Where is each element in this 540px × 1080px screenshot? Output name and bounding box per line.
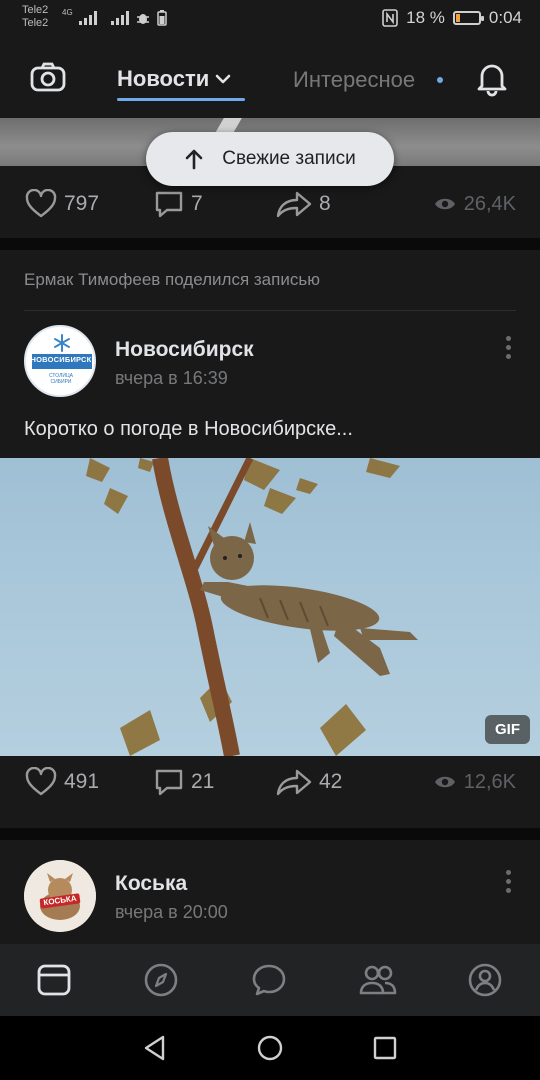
carrier-1: Tele2 [22, 4, 49, 16]
heart-icon [25, 189, 57, 218]
comment-icon [155, 769, 183, 796]
status-icons-left: 4G [62, 7, 167, 26]
like-count: 491 [64, 770, 100, 793]
compass-icon [144, 963, 178, 997]
views-count: 26,4K [463, 192, 516, 215]
comment-count: 7 [191, 192, 203, 215]
news-icon [37, 964, 71, 996]
app-header: Новости Интересное [0, 40, 540, 118]
net-badge: 4G [62, 7, 73, 17]
nav-friends[interactable] [358, 962, 397, 998]
message-icon [252, 964, 286, 996]
news-feed[interactable]: 797 7 8 26,4K Свежие записи Ермак Тимофе… [0, 118, 540, 944]
share-count: 8 [319, 192, 331, 215]
share-count: 42 [319, 770, 343, 793]
clock: 0:04 [488, 8, 522, 27]
status-bar: Tele2 Tele2 4G 18 % 0:04 [0, 0, 540, 40]
camera-icon [30, 62, 66, 92]
recents-icon [373, 1036, 397, 1060]
avatar-title: НОВОСИБИРСК [30, 355, 92, 364]
shared-by-text[interactable]: Ермак Тимофеев поделился записью [24, 270, 320, 290]
back-button[interactable] [141, 1034, 169, 1062]
avatar[interactable]: КОСЬКА [24, 860, 96, 932]
fresh-posts-button[interactable]: Свежие записи [146, 132, 394, 186]
heart-icon [25, 767, 57, 796]
share-button[interactable]: 42 [275, 767, 342, 797]
signal-icon [78, 11, 97, 25]
home-icon [257, 1035, 283, 1061]
status-icons-right: 18 % 0:04 [382, 8, 522, 28]
friends-icon [359, 965, 397, 995]
share-icon [276, 769, 312, 796]
battery-small-icon [156, 10, 167, 26]
nav-messages[interactable] [251, 962, 287, 998]
post-author[interactable]: Коська [115, 872, 187, 896]
like-button[interactable]: 797 [24, 189, 99, 219]
bell-icon [477, 64, 507, 97]
comment-button[interactable]: 7 [153, 189, 203, 219]
views-counter: 12,6K [434, 771, 516, 794]
eye-icon [434, 776, 455, 788]
views-count: 12,6K [463, 770, 516, 793]
comment-icon [155, 191, 183, 218]
back-icon [144, 1035, 165, 1061]
camera-button[interactable] [28, 58, 68, 98]
nav-news[interactable] [36, 962, 72, 998]
comment-button[interactable]: 21 [153, 767, 214, 797]
eye-icon [434, 198, 455, 210]
post-card-3: КОСЬКА Коська вчера в 20:00 [0, 840, 540, 944]
signal-icon-2 [110, 11, 129, 25]
divider [24, 310, 516, 311]
active-tab-indicator [117, 98, 245, 101]
avatar[interactable]: НОВОСИБИРСК СТОЛИЦА СИБИРИ [24, 325, 96, 397]
post-text: Коротко о погоде в Новосибирске... [24, 418, 353, 440]
post-author[interactable]: Новосибирск [115, 338, 254, 362]
like-count: 797 [64, 192, 100, 215]
views-counter: 26,4K [434, 193, 516, 216]
nav-profile[interactable] [467, 962, 503, 998]
tab-news-label: Новости [117, 66, 210, 91]
notifications-button[interactable] [472, 58, 512, 98]
profile-icon [468, 963, 502, 997]
battery-icon [452, 11, 484, 25]
nav-discover[interactable] [143, 962, 179, 998]
recents-button[interactable] [371, 1034, 399, 1062]
battery-fill [455, 14, 460, 22]
cat-on-tree-image [86, 458, 418, 756]
chevron-down-icon [215, 74, 231, 84]
post-card-2: Ермак Тимофеев поделился записью НОВОСИБ… [0, 250, 540, 828]
more-options-button[interactable] [506, 336, 512, 359]
tab-news[interactable]: Новости [117, 66, 231, 92]
more-options-button[interactable] [506, 870, 512, 893]
arrow-up-icon [185, 149, 203, 170]
post-time[interactable]: вчера в 20:00 [115, 902, 228, 923]
fresh-posts-label: Свежие записи [222, 148, 356, 169]
post-gif[interactable]: GIF [0, 458, 540, 756]
share-icon [276, 191, 312, 218]
share-button[interactable]: 8 [275, 189, 331, 219]
system-navigation [0, 1016, 540, 1080]
bottom-navigation [0, 944, 540, 1016]
comment-count: 21 [191, 770, 215, 793]
post-time[interactable]: вчера в 16:39 [115, 368, 228, 389]
bug-icon [136, 14, 149, 24]
gif-badge: GIF [485, 715, 530, 744]
home-button[interactable] [256, 1034, 284, 1062]
new-content-dot [437, 77, 443, 83]
nfc-icon [382, 9, 398, 27]
carrier-2: Tele2 [22, 17, 49, 29]
avatar-sub2: СИБИРИ [50, 379, 72, 385]
carrier-labels: Tele2 Tele2 [22, 4, 48, 30]
battery-percent: 18 % [406, 8, 445, 27]
like-button[interactable]: 491 [24, 767, 99, 797]
post-actions-2: 491 21 42 12,6K [0, 756, 540, 808]
tab-interesting[interactable]: Интересное [293, 67, 415, 93]
